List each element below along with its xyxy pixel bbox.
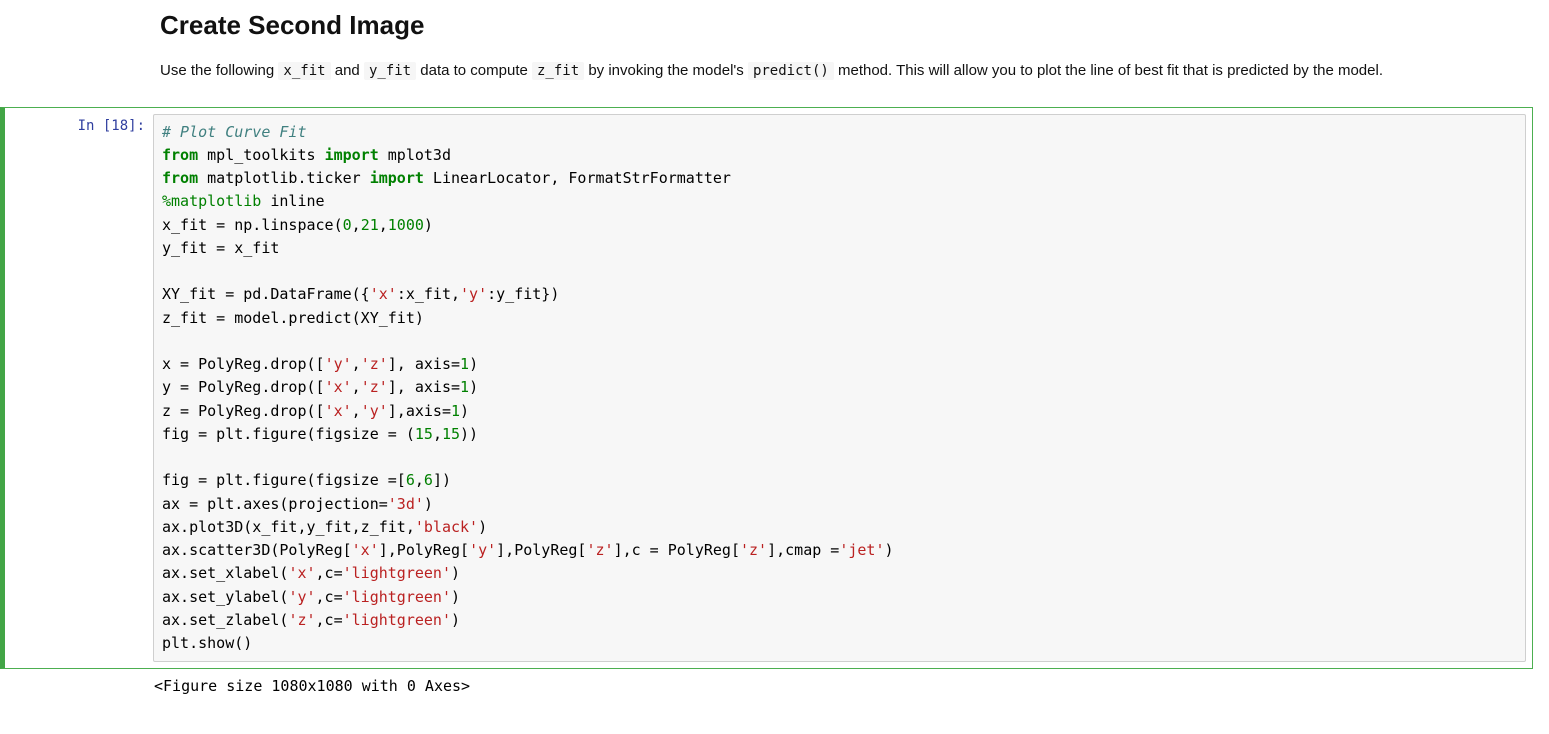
- inline-code: z_fit: [532, 62, 584, 80]
- notebook-view: Create Second Image Use the following x_…: [0, 10, 1549, 695]
- inline-code: y_fit: [364, 62, 416, 80]
- input-area-wrap: # Plot Curve Fit from mpl_toolkits impor…: [153, 108, 1532, 669]
- markdown-cell: Create Second Image Use the following x_…: [0, 10, 1549, 99]
- inline-code: x_fit: [278, 62, 330, 80]
- output-prompt-spacer: [0, 673, 148, 695]
- text: Use the following: [160, 62, 278, 79]
- text: and: [331, 62, 364, 79]
- section-paragraph: Use the following x_fit and y_fit data t…: [160, 59, 1533, 83]
- inline-code: predict(): [748, 62, 834, 80]
- output-row: <Figure size 1080x1080 with 0 Axes>: [0, 673, 1533, 695]
- output-text: <Figure size 1080x1080 with 0 Axes>: [148, 673, 1533, 695]
- code-cell[interactable]: In [18]: # Plot Curve Fit from mpl_toolk…: [0, 107, 1533, 670]
- input-prompt: In [18]:: [5, 108, 153, 669]
- text: method. This will allow you to plot the …: [834, 62, 1383, 79]
- text: data to compute: [416, 62, 532, 79]
- code-input-area[interactable]: # Plot Curve Fit from mpl_toolkits impor…: [153, 114, 1526, 663]
- text: by invoking the model's: [584, 62, 748, 79]
- section-heading: Create Second Image: [160, 10, 1533, 41]
